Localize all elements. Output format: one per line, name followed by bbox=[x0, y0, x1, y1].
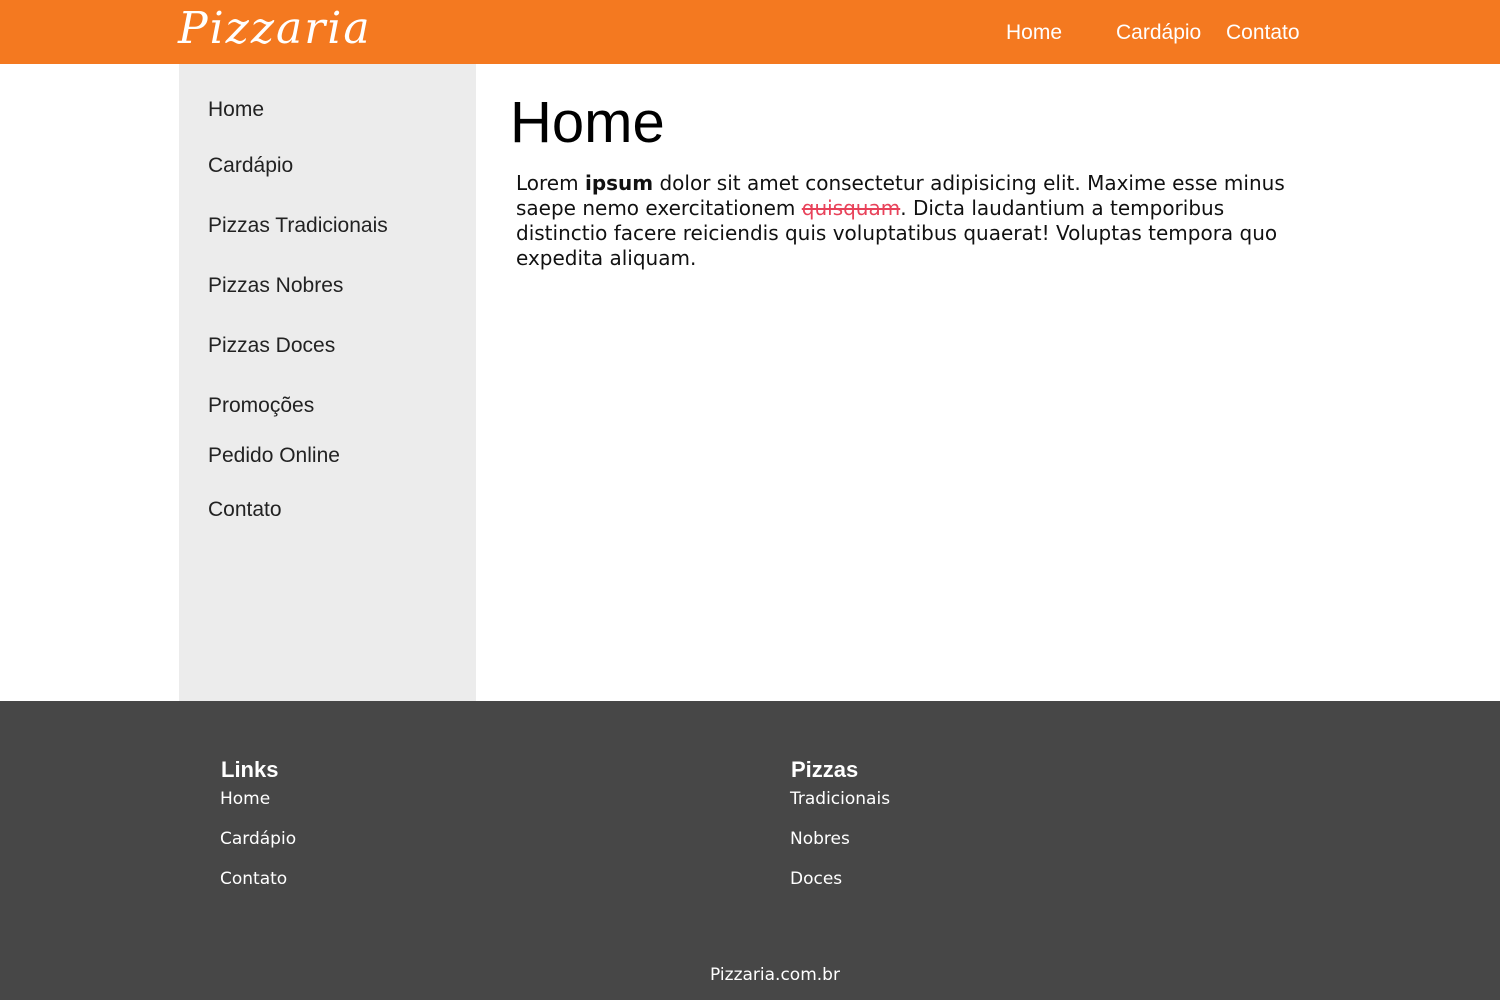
sidebar-item-contato[interactable]: Contato bbox=[208, 497, 282, 523]
page-title: Home bbox=[510, 90, 665, 155]
footer-copyright: Pizzaria.com.br bbox=[710, 965, 840, 985]
footer-link-home[interactable]: Home bbox=[220, 789, 296, 809]
sidebar-item-pizzas-tradicionais[interactable]: Pizzas Tradicionais bbox=[208, 213, 388, 239]
paragraph-strike-text: quisquam bbox=[801, 196, 901, 220]
sidebar-item-home[interactable]: Home bbox=[208, 97, 264, 123]
sidebar-item-promocoes[interactable]: Promoções bbox=[208, 393, 314, 419]
sidebar-item-pizzas-doces[interactable]: Pizzas Doces bbox=[208, 333, 335, 359]
footer-links-column: Links Home Cardápio Contato bbox=[220, 757, 296, 909]
sidebar: Home Cardápio Pizzas Tradicionais Pizzas… bbox=[179, 64, 476, 701]
paragraph-text-1: Lorem bbox=[516, 171, 585, 195]
site-header: Pizzaria Home Cardápio Contato bbox=[0, 0, 1500, 64]
sidebar-item-pizzas-nobres[interactable]: Pizzas Nobres bbox=[208, 273, 343, 299]
footer-link-cardapio[interactable]: Cardápio bbox=[220, 829, 296, 849]
sidebar-item-cardapio[interactable]: Cardápio bbox=[208, 153, 293, 179]
site-logo[interactable]: Pizzaria bbox=[178, 2, 372, 56]
top-nav-cardapio[interactable]: Cardápio bbox=[1116, 20, 1201, 46]
intro-paragraph: Lorem ipsum dolor sit amet consectetur a… bbox=[516, 171, 1306, 271]
site-footer: Links Home Cardápio Contato Pizzas Tradi… bbox=[0, 701, 1500, 1000]
footer-link-doces[interactable]: Doces bbox=[790, 869, 890, 889]
footer-links-heading: Links bbox=[221, 757, 279, 782]
footer-link-contato[interactable]: Contato bbox=[220, 869, 296, 889]
footer-pizzas-column: Pizzas Tradicionais Nobres Doces bbox=[790, 757, 890, 909]
sidebar-item-pedido-online[interactable]: Pedido Online bbox=[208, 443, 340, 469]
footer-link-tradicionais[interactable]: Tradicionais bbox=[790, 789, 890, 809]
footer-link-nobres[interactable]: Nobres bbox=[790, 829, 890, 849]
footer-pizzas-heading: Pizzas bbox=[791, 757, 859, 782]
top-nav-home[interactable]: Home bbox=[1006, 20, 1062, 46]
top-nav-contato[interactable]: Contato bbox=[1226, 20, 1300, 46]
paragraph-bold-text: ipsum bbox=[584, 171, 654, 195]
